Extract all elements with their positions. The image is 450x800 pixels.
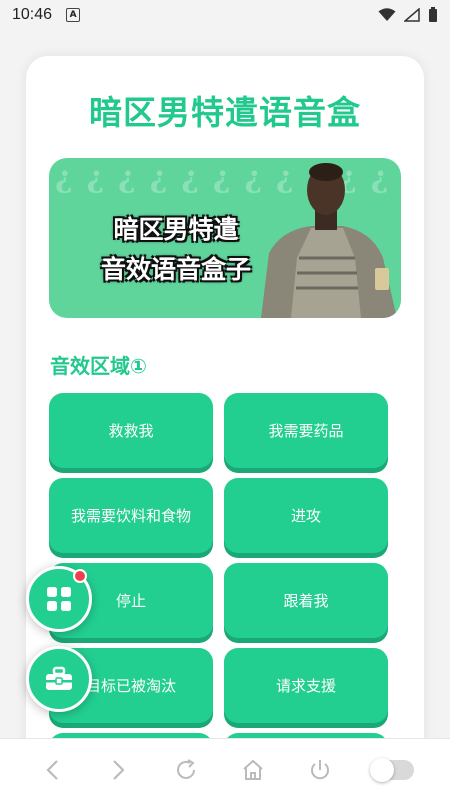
menu-fab-button[interactable] xyxy=(26,566,92,632)
sound-button[interactable]: 请求支援 xyxy=(224,648,388,723)
toolbox-fab-button[interactable] xyxy=(26,646,92,712)
sound-button[interactable]: 进攻 xyxy=(224,478,388,553)
grid-icon xyxy=(47,587,71,611)
back-button[interactable] xyxy=(37,755,67,785)
toolbox-icon xyxy=(46,666,72,690)
home-icon xyxy=(242,759,263,780)
forward-button[interactable] xyxy=(104,755,134,785)
back-icon xyxy=(45,759,58,780)
sound-grid: 救救我 我需要药品 我需要饮料和食物 进攻 停止 跟着我 目标已被淘汰 请求支援 xyxy=(49,393,391,776)
wifi-icon xyxy=(378,8,396,21)
power-button[interactable] xyxy=(305,755,335,785)
refresh-button[interactable] xyxy=(171,755,201,785)
forward-icon xyxy=(112,759,125,780)
home-button[interactable] xyxy=(238,755,268,785)
notification-a-icon: A xyxy=(66,8,81,22)
sound-button[interactable]: 我需要饮料和食物 xyxy=(49,478,213,553)
bottom-nav-bar xyxy=(0,738,450,800)
status-time: 10:46 xyxy=(12,6,53,23)
banner: ¿¿¿¿¿¿¿¿¿¿¿¿¿¿¿¿¿¿¿¿¿¿¿¿¿¿¿¿¿¿¿¿¿¿¿¿¿¿¿¿… xyxy=(49,158,401,318)
sound-button[interactable]: 跟着我 xyxy=(224,563,388,638)
notification-badge xyxy=(73,569,87,583)
toggle-knob xyxy=(369,757,394,782)
app-title: 暗区男特遣语音盒 xyxy=(89,93,361,132)
soldier-figure xyxy=(261,163,397,318)
status-bar: 10:46 A xyxy=(0,0,450,30)
refresh-icon xyxy=(176,758,195,779)
battery-icon xyxy=(429,7,437,22)
mode-toggle[interactable] xyxy=(369,757,414,782)
sound-button[interactable]: 我需要药品 xyxy=(224,393,388,468)
section-title: 音效区域① xyxy=(50,354,147,378)
power-icon xyxy=(310,759,329,779)
status-icons xyxy=(378,7,438,23)
sound-button[interactable]: 救救我 xyxy=(49,393,213,468)
signal-icon xyxy=(404,8,420,22)
